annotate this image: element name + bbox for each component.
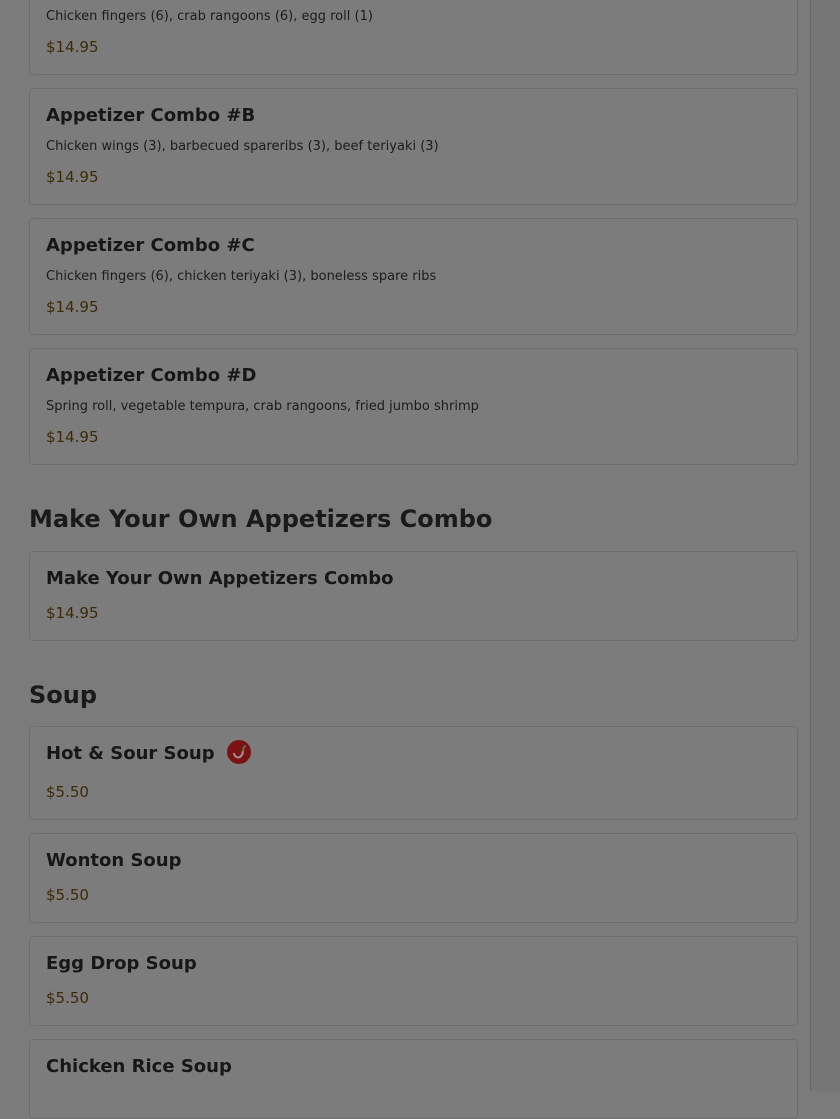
item-name: Appetizer Combo #B	[46, 105, 256, 126]
item-description: Chicken fingers (6), crab rangoons (6), …	[46, 9, 373, 24]
menu-item-card[interactable]: Appetizer Combo #B Chicken wings (3), ba…	[29, 88, 798, 205]
menu-item-card[interactable]: Appetizer Combo #C Chicken fingers (6), …	[29, 218, 798, 335]
item-name: Appetizer Combo #D	[46, 365, 257, 386]
item-price: $5.50	[46, 989, 89, 1007]
item-price: $14.95	[46, 604, 99, 622]
item-price: $14.95	[46, 428, 99, 446]
menu-item-card[interactable]: Wonton Soup $5.50	[29, 833, 798, 923]
item-name: Make Your Own Appetizers Combo	[46, 568, 394, 589]
scrollbar[interactable]	[810, 0, 840, 1091]
item-name: Chicken Rice Soup	[46, 1056, 232, 1077]
item-name: Wonton Soup	[46, 850, 182, 871]
item-price: $14.95	[46, 168, 99, 186]
item-name-text: Hot & Sour Soup	[46, 743, 215, 764]
spicy-pepper-icon	[226, 740, 251, 764]
section-title: Soup	[29, 681, 98, 709]
item-description: Chicken fingers (6), chicken teriyaki (3…	[46, 269, 437, 284]
menu-item-card[interactable]: Egg Drop Soup $5.50	[29, 936, 798, 1026]
menu-item-card[interactable]: Chicken fingers (6), crab rangoons (6), …	[29, 0, 798, 75]
item-name: Hot & Sour Soup	[46, 740, 251, 764]
item-price: $5.50	[46, 886, 89, 904]
item-price: $14.95	[46, 298, 99, 316]
menu-item-card[interactable]: Appetizer Combo #D Spring roll, vegetabl…	[29, 348, 798, 465]
menu-item-card[interactable]: Chicken Rice Soup	[29, 1039, 798, 1119]
menu-item-card[interactable]: Hot & Sour Soup $5.50	[29, 726, 798, 820]
item-name: Egg Drop Soup	[46, 953, 197, 974]
section-title: Make Your Own Appetizers Combo	[29, 505, 493, 533]
item-name: Appetizer Combo #C	[46, 235, 255, 256]
item-price: $14.95	[46, 38, 99, 56]
item-description: Spring roll, vegetable tempura, crab ran…	[46, 399, 479, 414]
item-price: $5.50	[46, 783, 89, 801]
item-description: Chicken wings (3), barbecued spareribs (…	[46, 139, 439, 154]
menu-item-card[interactable]: Make Your Own Appetizers Combo $14.95	[29, 551, 798, 641]
